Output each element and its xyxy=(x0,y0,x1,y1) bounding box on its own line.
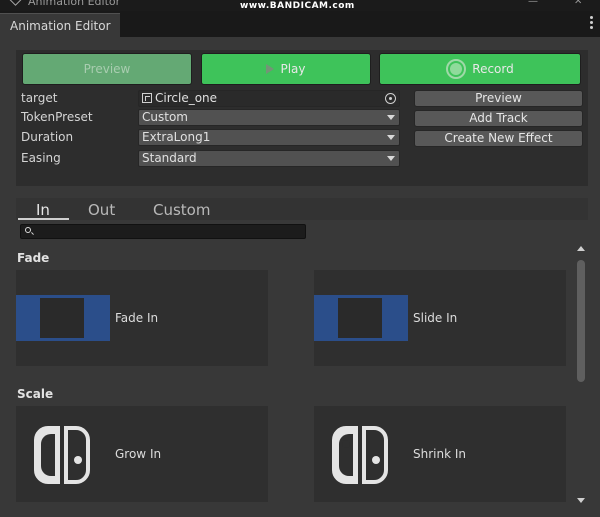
gameobject-icon xyxy=(142,93,152,103)
animation-editor-window: Animation Editor www.BANDICAM.com — ✕ An… xyxy=(0,0,600,517)
fade-thumbnail-icon xyxy=(16,295,110,341)
easing-dropdown[interactable]: Standard xyxy=(138,150,400,167)
tab-custom[interactable]: Custom xyxy=(153,201,210,219)
window-title: Animation Editor xyxy=(28,0,121,8)
scroll-up-icon[interactable] xyxy=(577,246,585,251)
tokenpreset-value: Custom xyxy=(142,110,188,124)
duration-label: Duration xyxy=(21,130,74,144)
chevron-down-icon xyxy=(387,115,395,120)
section-title-scale: Scale xyxy=(17,387,54,401)
effect-card-label: Shrink In xyxy=(413,447,467,461)
preview-toggle-button[interactable]: Preview xyxy=(22,53,192,85)
active-tab-indicator xyxy=(18,218,69,220)
window-title-bar: Animation Editor www.BANDICAM.com — ✕ xyxy=(0,0,600,11)
target-object-value: Circle_one xyxy=(155,91,218,105)
recording-watermark: www.BANDICAM.com xyxy=(240,1,355,11)
effect-card-shrink-in[interactable]: Shrink In xyxy=(314,406,566,502)
scroll-down-icon[interactable] xyxy=(577,498,585,503)
scrollbar-thumb[interactable] xyxy=(577,260,585,382)
more-options-icon[interactable] xyxy=(590,16,594,30)
close-icon[interactable]: ✕ xyxy=(574,0,582,7)
chevron-down-icon xyxy=(387,135,395,140)
search-icon xyxy=(25,227,31,233)
add-track-button[interactable]: Add Track xyxy=(414,110,583,127)
play-icon xyxy=(266,64,275,74)
effect-search-input[interactable] xyxy=(20,224,306,239)
tokenpreset-label: TokenPreset xyxy=(21,110,93,124)
effect-tab-bar: In Out Custom xyxy=(16,198,588,220)
switch-controller-icon xyxy=(332,426,390,484)
effect-card-fade-in[interactable]: Fade In xyxy=(16,270,268,366)
effect-card-label: Slide In xyxy=(413,311,458,325)
duration-dropdown[interactable]: ExtraLong1 xyxy=(138,129,400,146)
duration-value: ExtraLong1 xyxy=(142,130,211,144)
section-title-fade: Fade xyxy=(17,251,50,265)
record-label: Record xyxy=(472,62,514,76)
preview-toggle-label: Preview xyxy=(83,62,131,76)
effect-card-label: Grow In xyxy=(115,447,162,461)
editor-tab-row: Animation Editor xyxy=(0,11,600,37)
play-button[interactable]: Play xyxy=(201,53,371,85)
effect-card-grow-in[interactable]: Grow In xyxy=(16,406,268,502)
record-button[interactable]: Record xyxy=(379,53,581,85)
easing-label: Easing xyxy=(21,151,61,165)
object-picker-icon[interactable] xyxy=(385,93,396,104)
tab-in[interactable]: In xyxy=(36,201,50,219)
animation-control-panel: Preview Play Record target Circle_one To… xyxy=(16,50,588,186)
slide-thumbnail-icon xyxy=(314,295,408,341)
effect-card-slide-in[interactable]: Slide In xyxy=(314,270,566,366)
target-label: target xyxy=(21,91,58,105)
target-object-field[interactable]: Circle_one xyxy=(138,90,400,107)
tokenpreset-dropdown[interactable]: Custom xyxy=(138,109,400,126)
preview-button[interactable]: Preview xyxy=(414,90,583,107)
record-icon xyxy=(446,59,467,79)
tab-out[interactable]: Out xyxy=(88,201,115,219)
app-icon xyxy=(9,0,22,6)
chevron-down-icon xyxy=(387,156,395,161)
create-new-effect-button[interactable]: Create New Effect xyxy=(414,130,583,147)
minimize-icon[interactable]: — xyxy=(528,0,538,7)
vertical-scrollbar[interactable] xyxy=(574,243,588,507)
play-label: Play xyxy=(280,62,306,76)
tab-animation-editor[interactable]: Animation Editor xyxy=(0,13,120,37)
effect-card-label: Fade In xyxy=(115,311,159,325)
easing-value: Standard xyxy=(142,151,197,165)
switch-controller-icon xyxy=(34,426,92,484)
